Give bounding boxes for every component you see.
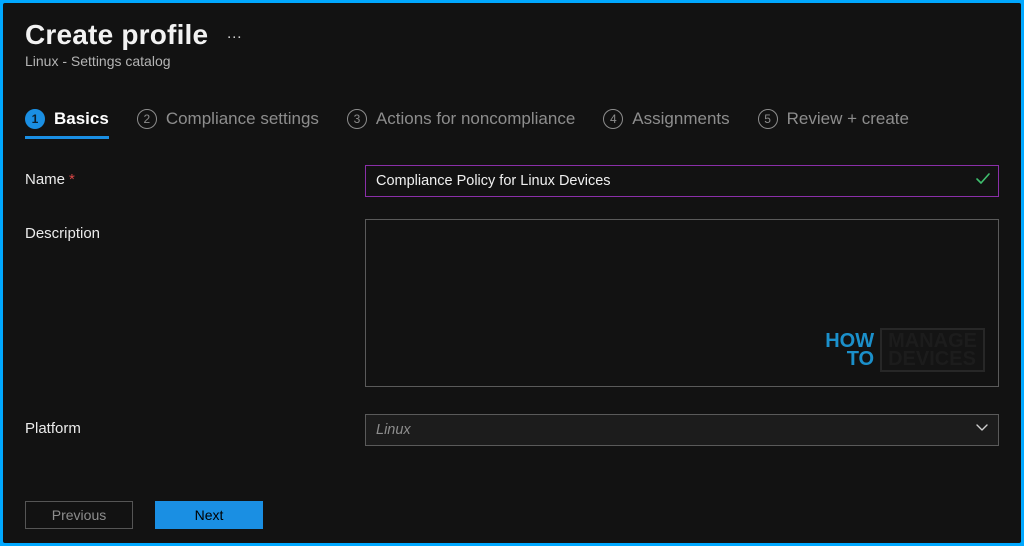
basics-form: Name* Description Platform Linux	[25, 165, 999, 446]
tab-review-create[interactable]: 5 Review + create	[758, 109, 909, 138]
tab-compliance-settings[interactable]: 2 Compliance settings	[137, 109, 319, 138]
description-input[interactable]	[365, 219, 999, 387]
tab-label: Basics	[54, 109, 109, 129]
platform-row: Platform Linux	[25, 414, 999, 446]
tab-basics[interactable]: 1 Basics	[25, 109, 109, 138]
more-icon[interactable]: …	[226, 25, 243, 43]
step-number-icon: 3	[347, 109, 367, 129]
name-input-wrap	[365, 165, 999, 197]
tab-label: Review + create	[787, 109, 909, 129]
description-label: Description	[25, 219, 365, 242]
tab-label: Compliance settings	[166, 109, 319, 129]
description-input-wrap	[365, 219, 999, 392]
wizard-footer: Previous Next	[25, 501, 263, 529]
description-row: Description	[25, 219, 999, 392]
name-label: Name*	[25, 165, 365, 188]
platform-select[interactable]: Linux	[365, 414, 999, 446]
name-input[interactable]	[365, 165, 999, 197]
page-title: Create profile	[25, 19, 208, 51]
step-number-icon: 2	[137, 109, 157, 129]
header: Create profile …	[25, 19, 999, 51]
step-number-icon: 4	[603, 109, 623, 129]
name-label-text: Name	[25, 171, 65, 188]
create-profile-window: Create profile … Linux - Settings catalo…	[3, 3, 1021, 543]
tab-assignments[interactable]: 4 Assignments	[603, 109, 729, 138]
platform-selected-value: Linux	[376, 422, 411, 438]
wizard-tabs: 1 Basics 2 Compliance settings 3 Actions…	[25, 109, 999, 139]
step-number-icon: 1	[25, 109, 45, 129]
tab-label: Assignments	[632, 109, 729, 129]
name-row: Name*	[25, 165, 999, 197]
step-number-icon: 5	[758, 109, 778, 129]
tab-actions-noncompliance[interactable]: 3 Actions for noncompliance	[347, 109, 575, 138]
platform-select-wrap: Linux	[365, 414, 999, 446]
page-subtitle: Linux - Settings catalog	[25, 53, 999, 69]
previous-button[interactable]: Previous	[25, 501, 133, 529]
tab-label: Actions for noncompliance	[376, 109, 575, 129]
required-star-icon: *	[69, 171, 75, 188]
next-button[interactable]: Next	[155, 501, 263, 529]
platform-label: Platform	[25, 414, 365, 437]
